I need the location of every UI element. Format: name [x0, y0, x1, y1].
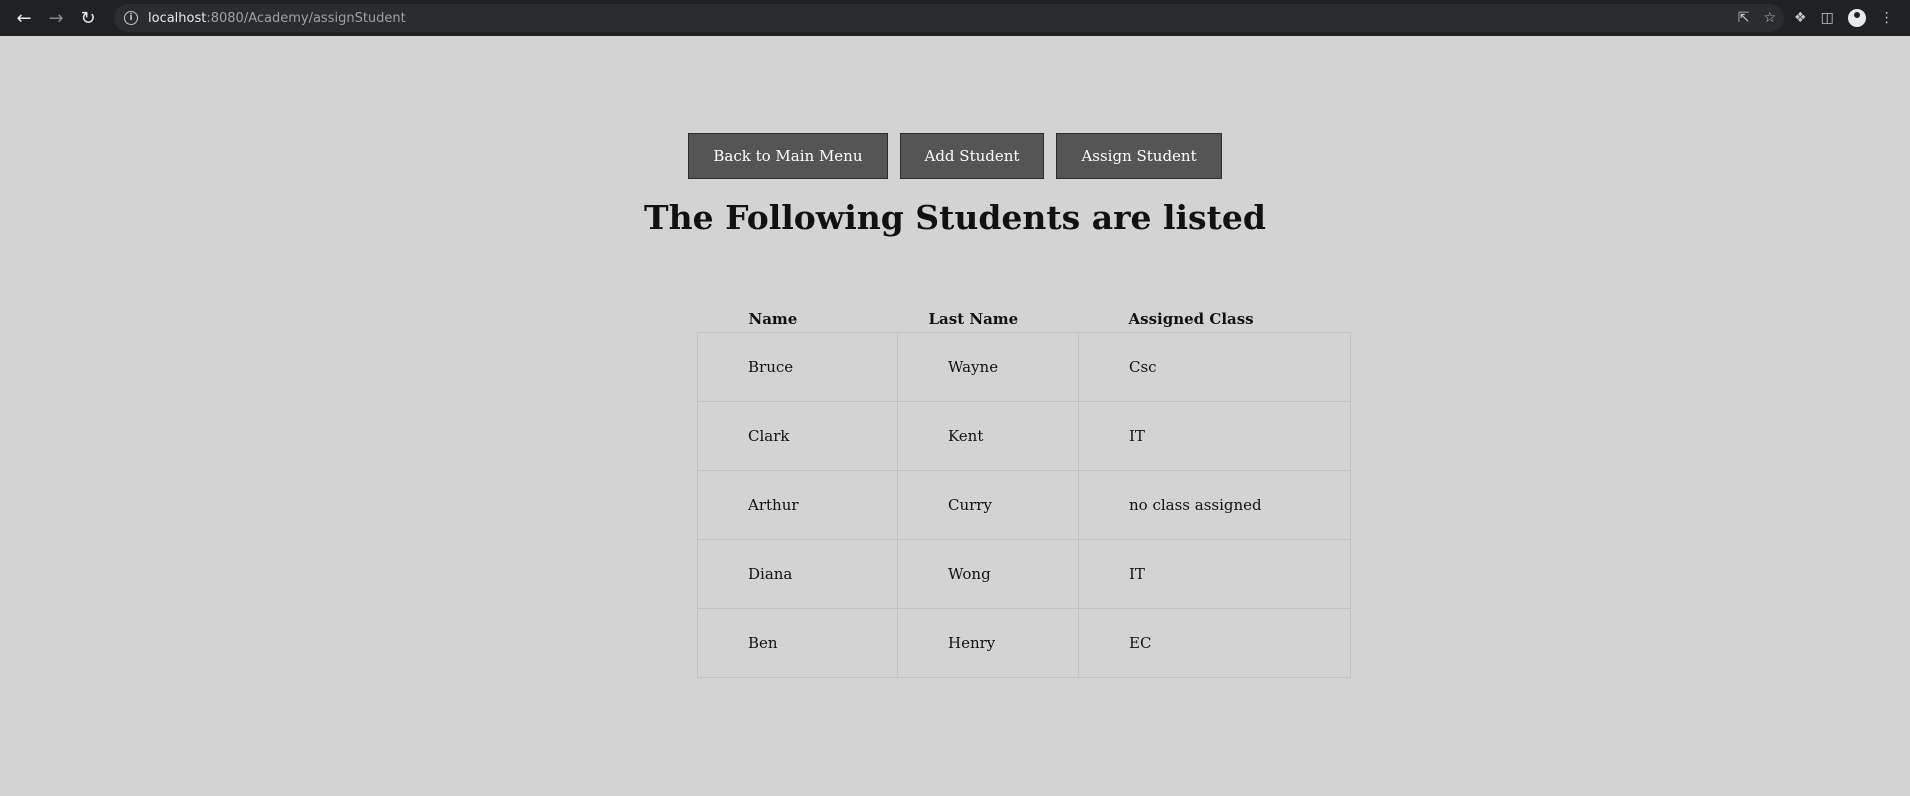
table-row: Arthur Curry no class assigned: [697, 470, 1351, 540]
forward-arrow-icon[interactable]: →: [40, 0, 72, 36]
column-header-assigned-class: Assigned Class: [1128, 310, 1254, 328]
reload-icon[interactable]: ↻: [72, 0, 104, 36]
table-row: Clark Kent IT: [697, 401, 1351, 471]
cell-assigned-class: no class assigned: [1078, 470, 1351, 540]
cell-name: Arthur: [697, 470, 898, 540]
table-row: Bruce Wayne Csc: [697, 332, 1351, 402]
cell-last-name: Kent: [897, 401, 1079, 471]
url-text[interactable]: localhost:8080/Academy/assignStudent: [148, 11, 406, 26]
info-icon[interactable]: i: [124, 11, 138, 25]
address-bar[interactable]: i localhost:8080/Academy/assignStudent ⇱…: [114, 4, 1784, 32]
cell-assigned-class: IT: [1078, 401, 1351, 471]
table-row: Ben Henry EC: [697, 608, 1351, 678]
students-table: Name Last Name Assigned Class Bruce Wayn…: [697, 308, 1351, 678]
cell-last-name: Wayne: [897, 332, 1079, 402]
cell-assigned-class: Csc: [1078, 332, 1351, 402]
cell-assigned-class: EC: [1078, 608, 1351, 678]
page-title: The Following Students are listed: [644, 198, 1266, 237]
action-buttons: Back to Main Menu Add Student Assign Stu…: [0, 133, 1910, 179]
back-to-main-menu-button[interactable]: Back to Main Menu: [688, 133, 888, 179]
share-icon[interactable]: ⇱: [1738, 10, 1750, 26]
back-arrow-icon[interactable]: ←: [8, 0, 40, 36]
bookmark-star-icon[interactable]: ☆: [1763, 10, 1776, 26]
url-path: :8080/Academy/assignStudent: [206, 10, 406, 26]
add-student-button[interactable]: Add Student: [899, 133, 1045, 179]
cell-name: Diana: [697, 539, 898, 609]
cell-name: Bruce: [697, 332, 898, 402]
url-host: localhost: [148, 10, 207, 26]
cell-last-name: Wong: [897, 539, 1079, 609]
profile-avatar-icon[interactable]: [1847, 9, 1866, 27]
cell-assigned-class: IT: [1078, 539, 1351, 609]
more-menu-icon[interactable]: ⋮: [1880, 10, 1894, 26]
cell-last-name: Henry: [897, 608, 1079, 678]
browser-toolbar: ← → ↻ i localhost:8080/Academy/assignStu…: [0, 0, 1910, 36]
cell-last-name: Curry: [897, 470, 1079, 540]
cell-name: Clark: [697, 401, 898, 471]
assign-student-button[interactable]: Assign Student: [1056, 133, 1222, 179]
extensions-puzzle-icon[interactable]: ❖: [1794, 10, 1807, 26]
table-row: Diana Wong IT: [697, 539, 1351, 609]
column-header-last-name: Last Name: [928, 310, 1019, 328]
side-panel-icon[interactable]: ◫: [1821, 10, 1834, 26]
table-header-row: Name Last Name Assigned Class: [698, 308, 1351, 333]
column-header-name: Name: [748, 310, 798, 328]
cell-name: Ben: [697, 608, 898, 678]
